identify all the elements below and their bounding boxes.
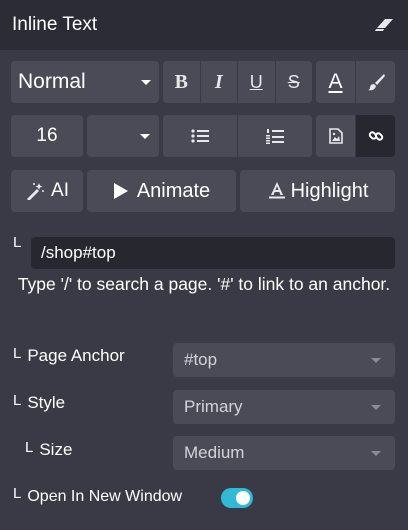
- style-select[interactable]: Primary: [173, 390, 395, 424]
- strikethrough-icon: S: [287, 71, 300, 92]
- format-button-group: B I U S: [163, 61, 312, 103]
- text-color-button[interactable]: A: [316, 61, 356, 103]
- panel-header: Inline Text: [0, 0, 408, 50]
- bold-icon: B: [174, 70, 188, 93]
- highlight-label: Highlight: [290, 179, 369, 202]
- bold-button[interactable]: B: [163, 61, 201, 103]
- highlight-icon: [268, 182, 285, 199]
- chevron-down-icon: [371, 450, 381, 456]
- style-label: L Style: [13, 392, 66, 412]
- animate-label: Animate: [136, 179, 211, 202]
- link-icon: [368, 131, 383, 141]
- animate-button[interactable]: Animate: [87, 170, 236, 212]
- panel-title: Inline Text: [12, 14, 98, 35]
- insert-link-button[interactable]: [356, 115, 395, 157]
- numbered-list-icon: [266, 129, 284, 144]
- underline-button[interactable]: U: [238, 61, 276, 103]
- style-value: Primary: [184, 397, 243, 416]
- new-window-toggle[interactable]: [221, 488, 253, 508]
- link-url-input[interactable]: /shop#top: [31, 237, 395, 269]
- numbered-list-button[interactable]: [238, 115, 312, 157]
- page-anchor-label: L Page Anchor: [13, 345, 125, 365]
- chevron-down-icon: [371, 357, 381, 363]
- size-select[interactable]: Medium: [173, 436, 395, 470]
- page-anchor-select[interactable]: #top: [173, 343, 395, 377]
- italic-icon: I: [214, 70, 223, 93]
- url-elbow: L: [13, 234, 22, 251]
- chevron-down-icon: [371, 404, 381, 410]
- text-color-icon: A: [328, 70, 343, 93]
- color-button-group: A: [316, 61, 395, 103]
- eraser-icon[interactable]: [374, 14, 396, 36]
- image-file-icon: [328, 128, 343, 144]
- underline-icon: U: [249, 71, 263, 92]
- background-color-button[interactable]: [356, 61, 395, 103]
- inline-text-panel: Inline Text Normal B I U S A 16 AI Anima…: [0, 0, 408, 530]
- size-value: Medium: [184, 443, 245, 462]
- italic-button[interactable]: I: [201, 61, 238, 103]
- ai-button[interactable]: AI: [11, 170, 83, 212]
- highlight-button[interactable]: Highlight: [240, 170, 395, 212]
- font-style-value: Normal: [18, 70, 86, 93]
- play-icon: [113, 183, 128, 199]
- bullet-list-button[interactable]: [163, 115, 238, 157]
- strikethrough-button[interactable]: S: [276, 61, 313, 103]
- chevron-down-icon: [140, 133, 150, 139]
- new-window-label: L Open In New Window: [13, 485, 183, 505]
- font-size-dropdown[interactable]: [87, 115, 159, 157]
- size-label: L Size: [25, 439, 73, 459]
- toggle-knob: [236, 491, 250, 505]
- bullet-list-icon: [191, 129, 209, 143]
- link-help-text: Type '/' to search a page. '#' to link t…: [17, 274, 391, 294]
- font-style-select[interactable]: Normal: [11, 61, 159, 103]
- insert-image-button[interactable]: [316, 115, 355, 157]
- font-size-value: 16: [36, 125, 58, 146]
- list-button-group: [163, 115, 312, 157]
- chevron-down-icon: [141, 79, 151, 85]
- magic-wand-icon: [27, 183, 45, 200]
- ai-label: AI: [51, 180, 69, 201]
- link-url-value: /shop#top: [41, 243, 116, 262]
- paintbrush-icon: [367, 74, 385, 91]
- font-size-field[interactable]: 16: [11, 115, 83, 157]
- page-anchor-value: #top: [184, 350, 218, 369]
